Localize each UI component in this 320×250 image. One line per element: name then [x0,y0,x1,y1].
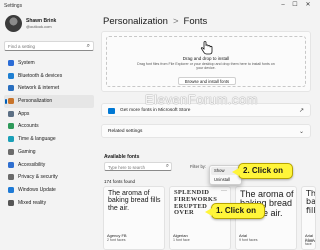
hand-cursor-icon [200,41,213,55]
apps-icon [8,110,14,117]
font-tile-arial-rounded[interactable]: The aroma of baking bread fills the air.… [301,186,316,250]
user-email: @outlook.com [26,24,52,29]
callout-step-2: 2. Click on [232,163,293,179]
store-icon [108,108,115,114]
sidebar-item-label: Personalization [18,98,53,105]
drop-subtitle: Drag font files from File Explorer or yo… [107,62,305,70]
drop-zone[interactable]: Drag and drop to install Drag font files… [106,36,306,87]
font-tile-agency-fb[interactable]: The aroma of baking bread fills the air.… [103,186,165,250]
chevron-down-icon: ⌄ [298,129,304,135]
maximize-icon[interactable]: ☐ [290,1,300,10]
headset-icon [8,199,14,206]
brush-icon [8,98,14,105]
sidebar-item-label: System [18,60,35,66]
sidebar-item-label: Gaming [18,148,36,155]
font-search-placeholder: Type here to search [108,165,146,170]
sidebar-item-label: Accessibility [18,161,46,168]
sidebar-item-windows-update[interactable]: Windows Update [4,184,94,197]
font-search-input[interactable]: Type here to search ⌕ [104,162,172,171]
sidebar-item-label: Bluetooth & devices [18,72,63,79]
avatar[interactable] [5,15,22,32]
sidebar-nav: System Bluetooth & devices Network & int… [4,57,94,209]
system-icon [8,60,14,66]
shield-icon [8,174,14,181]
globe-clock-icon [8,136,14,143]
font-faces: 9 font faces [239,238,258,242]
sidebar-item-bluetooth[interactable]: Bluetooth & devices [4,70,94,83]
font-sample: The aroma of baking bread fills the air. [108,190,161,212]
breadcrumb-separator: > [172,16,179,27]
sidebar-item-label: Time & language [18,136,56,143]
drop-subtitle-line-2: your device. [196,66,216,70]
network-icon [8,85,14,92]
breadcrumb: Personalization > Fonts [103,16,207,27]
browse-and-install-button[interactable]: Browse and install fonts [178,77,236,85]
sidebar-item-system[interactable]: System [4,57,94,70]
person-icon [8,123,14,130]
font-count: 174 fonts found [104,179,136,184]
callout-step-1: 1. Click on [205,203,265,219]
page-title: Fonts [183,16,208,27]
filter-label[interactable]: Filter by: [190,164,206,169]
sidebar-item-network[interactable]: Network & internet [4,82,94,95]
sidebar-item-time-language[interactable]: Time & language [4,133,94,146]
bluetooth-icon [8,72,14,79]
search-placeholder: Find a setting [8,44,36,49]
font-faces: 2 font faces [107,238,126,242]
sidebar: Shawn Brink @outlook.com Find a setting … [0,11,98,250]
available-fonts-heading: Available fonts [104,154,140,160]
title-bar: Settings – ☐ ✕ [0,0,316,11]
update-icon [8,186,14,193]
sidebar-item-label: Windows Update [18,186,56,193]
sidebar-item-accounts[interactable]: Accounts [4,120,94,133]
sidebar-item-label: Apps [18,110,30,117]
sidebar-item-label: Network & internet [18,85,60,92]
more-options-icon[interactable]: ··· [221,188,227,194]
minimize-icon[interactable]: – [278,1,288,10]
related-settings-label: Related settings [108,129,143,134]
settings-search-input[interactable]: Find a setting ⌕ [4,41,94,51]
search-icon: ⌕ [86,43,90,49]
sidebar-item-mixed-reality[interactable]: Mixed reality [4,197,94,210]
close-icon[interactable]: ✕ [303,1,313,10]
sidebar-item-label: Mixed reality [18,199,47,206]
gamepad-icon [8,148,14,155]
sidebar-item-personalization[interactable]: Personalization [4,95,94,108]
accessibility-icon [8,161,14,168]
menu-item-uninstall[interactable]: Uninstall [211,176,241,184]
sidebar-item-gaming[interactable]: Gaming [4,146,94,159]
font-faces: 1 font face [173,238,190,242]
sidebar-item-label: Accounts [18,123,39,130]
font-sample: The aroma of baking bread fills the air. [306,189,316,215]
watermark: ElevenForum.com [145,92,258,107]
drop-title: Drag and drop to install [182,56,230,61]
sidebar-item-accessibility[interactable]: Accessibility [4,159,94,172]
font-faces: 1 font face [305,238,314,246]
related-settings-row[interactable]: Related settings ⌄ [101,124,311,138]
sidebar-item-privacy[interactable]: Privacy & security [4,171,94,184]
sidebar-item-label: Privacy & security [18,174,58,181]
open-external-icon: ↗ [298,108,304,114]
sidebar-item-apps[interactable]: Apps [4,108,94,121]
search-icon: ⌕ [165,163,169,169]
window-title: Settings [4,3,23,9]
breadcrumb-parent[interactable]: Personalization [103,16,168,27]
